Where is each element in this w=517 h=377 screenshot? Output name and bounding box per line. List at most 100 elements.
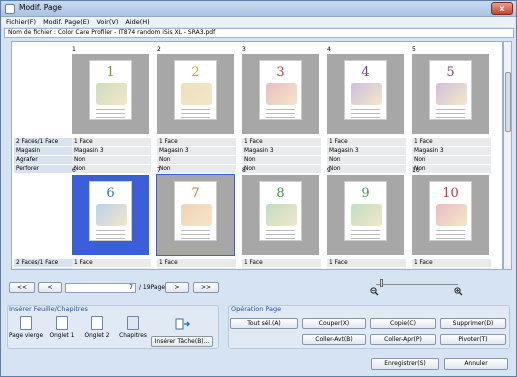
property-cell[interactable]: Non: [242, 165, 321, 173]
property-cell[interactable]: Non: [72, 156, 151, 164]
zoom-track[interactable]: [376, 284, 458, 285]
property-cell[interactable]: Magasin 3: [412, 147, 491, 155]
row-label: Agrafer: [14, 156, 80, 164]
text-line: [266, 230, 295, 231]
tab1-tool[interactable]: Onglet 1: [47, 316, 77, 339]
property-cell[interactable]: Magasin 3: [242, 268, 321, 269]
property-cell[interactable]: Magasin 3: [242, 147, 321, 155]
menu-item[interactable]: Aide(H): [125, 18, 149, 26]
page-thumbnail[interactable]: 4: [327, 54, 404, 134]
page-thumbnail[interactable]: 2: [157, 54, 234, 134]
page-preview: 8: [259, 181, 302, 241]
chapters-label: Chapitres: [119, 333, 147, 339]
text-line: [351, 113, 380, 114]
tab-1-icon: [56, 316, 68, 330]
prev-page-button[interactable]: <: [38, 282, 62, 293]
text-line: [266, 109, 295, 110]
next-page-button[interactable]: >: [165, 282, 189, 293]
property-cell[interactable]: 1 Face: [242, 138, 321, 146]
save-button[interactable]: Enregistrer(S): [371, 358, 439, 370]
property-cell[interactable]: Non: [72, 165, 151, 173]
first-page-button[interactable]: <<: [9, 282, 35, 293]
property-cell[interactable]: 1 Face: [72, 138, 151, 146]
page-preview: 3: [259, 60, 302, 120]
page-thumbnail[interactable]: 1: [72, 54, 149, 134]
last-page-button[interactable]: >>: [193, 282, 219, 293]
property-cell[interactable]: Magasin 3: [327, 147, 406, 155]
page-illustration: [351, 204, 382, 226]
text-line: [351, 230, 380, 231]
text-line: [181, 230, 210, 231]
menu-item[interactable]: Fichier(F): [6, 18, 36, 26]
property-cell[interactable]: Non: [412, 156, 491, 164]
property-cell[interactable]: Magasin 3: [157, 147, 236, 155]
property-cell[interactable]: 1 Face: [327, 138, 406, 146]
chapters-icon: [127, 316, 139, 330]
chapters-tool[interactable]: Chapitres: [116, 316, 150, 339]
property-cell[interactable]: Non: [327, 165, 406, 173]
rotate-button[interactable]: Pivoter(T): [440, 334, 506, 345]
page-thumbnail[interactable]: 8: [242, 175, 319, 255]
page-preview-number: 6: [106, 186, 115, 201]
property-cell[interactable]: Non: [242, 156, 321, 164]
cancel-button[interactable]: Annuler: [444, 358, 508, 370]
property-cell[interactable]: Non: [157, 165, 236, 173]
copy-button[interactable]: Copie(C): [370, 318, 436, 329]
property-cell[interactable]: Magasin 3: [412, 268, 491, 269]
tab2-tool[interactable]: Onglet 2: [82, 316, 112, 339]
paste-after-button[interactable]: Coller-Apr(P): [370, 334, 436, 345]
paste-before-button[interactable]: Coller-Avt(B): [302, 334, 366, 345]
file-name-bar: Nom de fichier : Color Care Profiler - I…: [4, 28, 514, 38]
property-cell[interactable]: Non: [327, 156, 406, 164]
property-cell[interactable]: Magasin 3: [327, 268, 406, 269]
property-cell[interactable]: Non: [157, 156, 236, 164]
property-cell[interactable]: Magasin 3: [157, 268, 236, 269]
property-cell[interactable]: 1 Face: [157, 259, 236, 267]
page-thumbnail[interactable]: 5: [412, 54, 489, 134]
page-illustration: [436, 204, 467, 226]
property-cell[interactable]: 1 Face: [242, 259, 321, 267]
page-thumbnail[interactable]: 6: [72, 175, 149, 255]
page-thumbnail[interactable]: 3: [242, 54, 319, 134]
property-cell[interactable]: 1 Face: [157, 138, 236, 146]
menu-item[interactable]: Voir(V): [96, 18, 118, 26]
property-cell[interactable]: Magasin 3: [72, 268, 151, 269]
page-thumbnail[interactable]: 10: [412, 175, 489, 255]
zoom-in-icon[interactable]: [454, 287, 463, 296]
property-cell[interactable]: 1 Face: [412, 259, 491, 267]
delete-button[interactable]: Supprimer(D): [440, 318, 506, 329]
vertical-scrollbar[interactable]: [503, 41, 512, 270]
page-preview: 2: [174, 60, 217, 120]
text-line: [266, 238, 295, 239]
zoom-out-icon[interactable]: [370, 287, 379, 296]
insert-task-button[interactable]: Insérer Tâche(B)...: [151, 336, 213, 347]
property-cell[interactable]: 1 Face: [327, 259, 406, 267]
property-cell[interactable]: Magasin 3: [72, 147, 151, 155]
page-thumbnail[interactable]: 9: [327, 175, 404, 255]
page-number: 3: [242, 46, 246, 53]
text-line: [266, 117, 295, 118]
text-line: [181, 109, 210, 110]
property-cell[interactable]: Non: [412, 165, 491, 173]
menu-item[interactable]: Modif. Page(E): [43, 18, 89, 26]
insert-task-icon: [175, 318, 190, 330]
property-cell[interactable]: 1 Face: [72, 259, 151, 267]
page-number: 6: [72, 167, 76, 174]
page-thumbnail[interactable]: 7: [156, 174, 235, 256]
text-line: [181, 238, 210, 239]
row-label: 2 Faces/1 Face: [14, 138, 80, 146]
page-number: 5: [412, 46, 416, 53]
close-button[interactable]: x: [491, 2, 513, 15]
scroll-thumb[interactable]: [505, 72, 511, 132]
property-cell[interactable]: 1 Face: [412, 138, 491, 146]
zoom-control: [370, 279, 463, 296]
blank-page-tool[interactable]: Page vierge: [9, 316, 43, 339]
page-preview: 9: [344, 181, 387, 241]
zoom-slider-handle[interactable]: [380, 279, 383, 287]
text-line: [436, 113, 465, 114]
cut-button[interactable]: Couper(X): [302, 318, 366, 329]
text-line: [436, 230, 465, 231]
select-all-button[interactable]: Tout sél.(A): [230, 318, 298, 329]
page-preview-number: 8: [276, 186, 285, 201]
page-number-input[interactable]: 7: [65, 283, 136, 293]
